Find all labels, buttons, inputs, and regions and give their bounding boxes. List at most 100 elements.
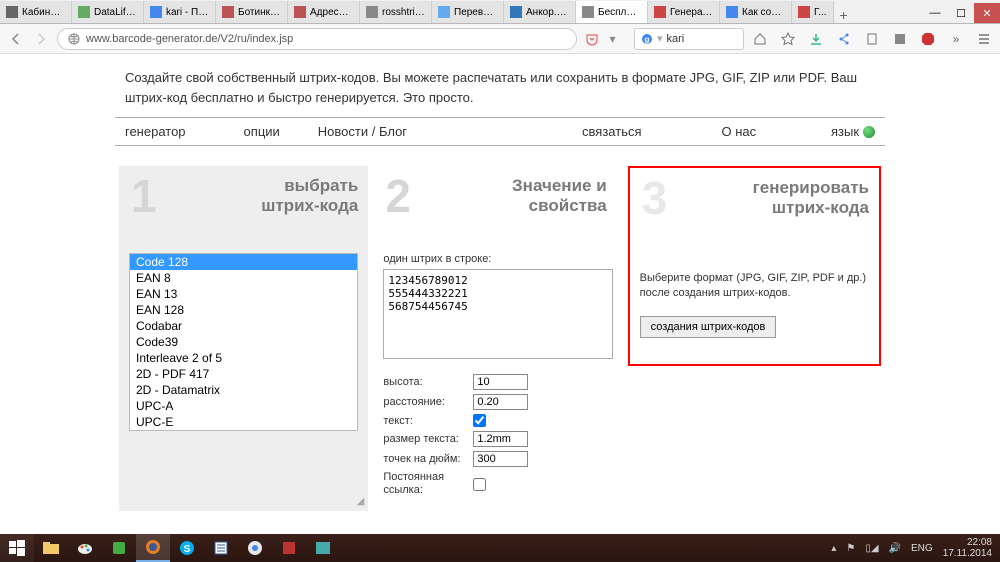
task-explorer[interactable]	[34, 534, 68, 562]
nav-about[interactable]: О нас	[722, 124, 757, 139]
dpi-input[interactable]	[473, 451, 528, 467]
task-chrome[interactable]	[238, 534, 272, 562]
browser-tab[interactable]: Анкор. К...	[504, 1, 576, 23]
tab-label: Бесплатн...	[598, 7, 641, 18]
step1-title-line2: штрих-кода	[129, 196, 358, 216]
barcode-type-option[interactable]: Code39	[130, 334, 357, 350]
browser-tab[interactable]: rosshtrih...	[360, 1, 432, 23]
distance-input[interactable]	[473, 394, 528, 410]
home-icon[interactable]	[752, 31, 768, 47]
browser-tab[interactable]: Бесплатн...	[576, 1, 648, 23]
tab-label: Перевод...	[454, 7, 497, 18]
tab-label: DataLife ...	[94, 7, 137, 18]
tab-label: Кабинет |...	[22, 7, 65, 18]
bookmark-icon[interactable]	[780, 31, 796, 47]
download-icon[interactable]	[808, 31, 824, 47]
window-minimize[interactable]: —	[922, 3, 948, 23]
text-label: текст:	[383, 415, 473, 427]
barcode-type-option[interactable]: 2D - Datamatrix	[130, 382, 357, 398]
task-filezilla[interactable]	[272, 534, 306, 562]
nav-contact[interactable]: связаться	[582, 124, 641, 139]
browser-tab[interactable]: Кабинет |...	[0, 1, 72, 23]
adblock-icon[interactable]	[920, 31, 936, 47]
favicon-icon	[6, 6, 18, 18]
barcode-type-listbox[interactable]: Code 128EAN 8EAN 13EAN 128CodabarCode39I…	[129, 253, 358, 431]
barcode-values-textarea[interactable]	[383, 269, 612, 359]
task-paint[interactable]	[68, 534, 102, 562]
google-icon: g	[641, 33, 653, 45]
window-maximize[interactable]: ☐	[948, 3, 974, 23]
step1-panel: 1 выбрать штрих-кода Code 128EAN 8EAN 13…	[119, 166, 368, 511]
favicon-icon	[438, 6, 450, 18]
task-txt[interactable]	[306, 534, 340, 562]
browser-tab[interactable]: Перевод...	[432, 1, 504, 23]
window-close[interactable]: ✕	[974, 3, 1000, 23]
favicon-icon	[582, 6, 594, 18]
nav-generator[interactable]: генератор	[125, 124, 186, 139]
tab-label: Ботинки ...	[238, 7, 281, 18]
browser-tab[interactable]: Адреса м...	[288, 1, 360, 23]
browser-tab[interactable]: Г...	[792, 1, 834, 23]
pocket-icon[interactable]	[585, 32, 602, 46]
favicon-icon	[798, 6, 810, 18]
barcode-type-option[interactable]: UPC-A	[130, 398, 357, 414]
tray-flag-icon[interactable]: ⚑	[846, 543, 855, 554]
tray-up-icon[interactable]: ▴	[831, 543, 836, 554]
tray-language[interactable]: ENG	[911, 543, 933, 554]
browser-tab[interactable]: Ботинки ...	[216, 1, 288, 23]
step3-panel: 3 генерировать штрих-кода Выберите форма…	[628, 166, 881, 366]
barcode-type-option[interactable]: 2D - PDF 417	[130, 366, 357, 382]
tray-clock[interactable]: 22:08 17.11.2014	[943, 537, 992, 559]
browser-tab[interactable]: Генерато...	[648, 1, 720, 23]
height-input[interactable]	[473, 374, 528, 390]
permalink-checkbox[interactable]	[473, 478, 486, 491]
task-evernote[interactable]	[102, 534, 136, 562]
barcode-type-option[interactable]: EAN 13	[130, 286, 357, 302]
barcode-type-option[interactable]: UPC-E	[130, 414, 357, 430]
nav-language[interactable]: язык	[831, 124, 875, 139]
task-firefox[interactable]	[136, 534, 170, 562]
text-checkbox[interactable]	[473, 414, 486, 427]
addon1-icon[interactable]	[892, 31, 908, 47]
barcode-type-option[interactable]: EAN 8	[130, 270, 357, 286]
distance-label: расстояние:	[383, 396, 473, 408]
step3-number: 3	[642, 172, 668, 225]
barcode-type-option[interactable]: Interleave 2 of 5	[130, 350, 357, 366]
browser-tab[interactable]: Как созд...	[720, 1, 792, 23]
svg-text:S: S	[184, 544, 191, 555]
svg-text:g: g	[645, 35, 650, 44]
step1-title-line1: выбрать	[129, 176, 358, 196]
tab-label: kari - По...	[166, 7, 209, 18]
generate-button[interactable]: создания штрих-кодов	[640, 316, 777, 338]
tab-label: Адреса м...	[310, 7, 353, 18]
favicon-icon	[150, 6, 162, 18]
browser-tab[interactable]: DataLife ...	[72, 1, 144, 23]
site-nav: генератор опции Новости / Блог связаться…	[115, 117, 885, 146]
url-field[interactable]: www.barcode-generator.de/V2/ru/index.jsp	[57, 28, 577, 50]
nav-options[interactable]: опции	[244, 124, 280, 139]
browser-tab-strip: Кабинет |... DataLife ... kari - По... Боти…	[0, 0, 1000, 24]
menu-icon[interactable]	[976, 31, 992, 47]
overflow-icon[interactable]: »	[948, 31, 964, 47]
task-word[interactable]	[204, 534, 238, 562]
tray-network-icon[interactable]: ▯◢	[865, 543, 878, 554]
start-button[interactable]	[0, 534, 34, 562]
nav-back-button[interactable]	[8, 30, 25, 48]
page-viewport: Создайте свой собственный штрих-кодов. В…	[0, 54, 1000, 534]
new-tab-button[interactable]: +	[834, 7, 854, 23]
nav-news[interactable]: Новости / Блог	[318, 124, 407, 139]
nav-forward-button[interactable]	[33, 30, 50, 48]
barcode-type-option[interactable]: Code 128	[130, 254, 357, 270]
browser-tab[interactable]: kari - По...	[144, 1, 216, 23]
search-box[interactable]: g ▾ kari	[634, 28, 744, 50]
dropdown-icon[interactable]: ▾	[610, 32, 627, 46]
clip-icon[interactable]	[864, 31, 880, 47]
height-label: высота:	[383, 376, 473, 388]
barcode-type-option[interactable]: EAN 128	[130, 302, 357, 318]
share-icon[interactable]	[836, 31, 852, 47]
tray-volume-icon[interactable]: 🔊	[889, 543, 901, 554]
barcode-type-option[interactable]: Codabar	[130, 318, 357, 334]
textsize-input[interactable]	[473, 431, 528, 447]
task-skype[interactable]: S	[170, 534, 204, 562]
resize-grip-icon[interactable]: ◢	[357, 496, 365, 507]
